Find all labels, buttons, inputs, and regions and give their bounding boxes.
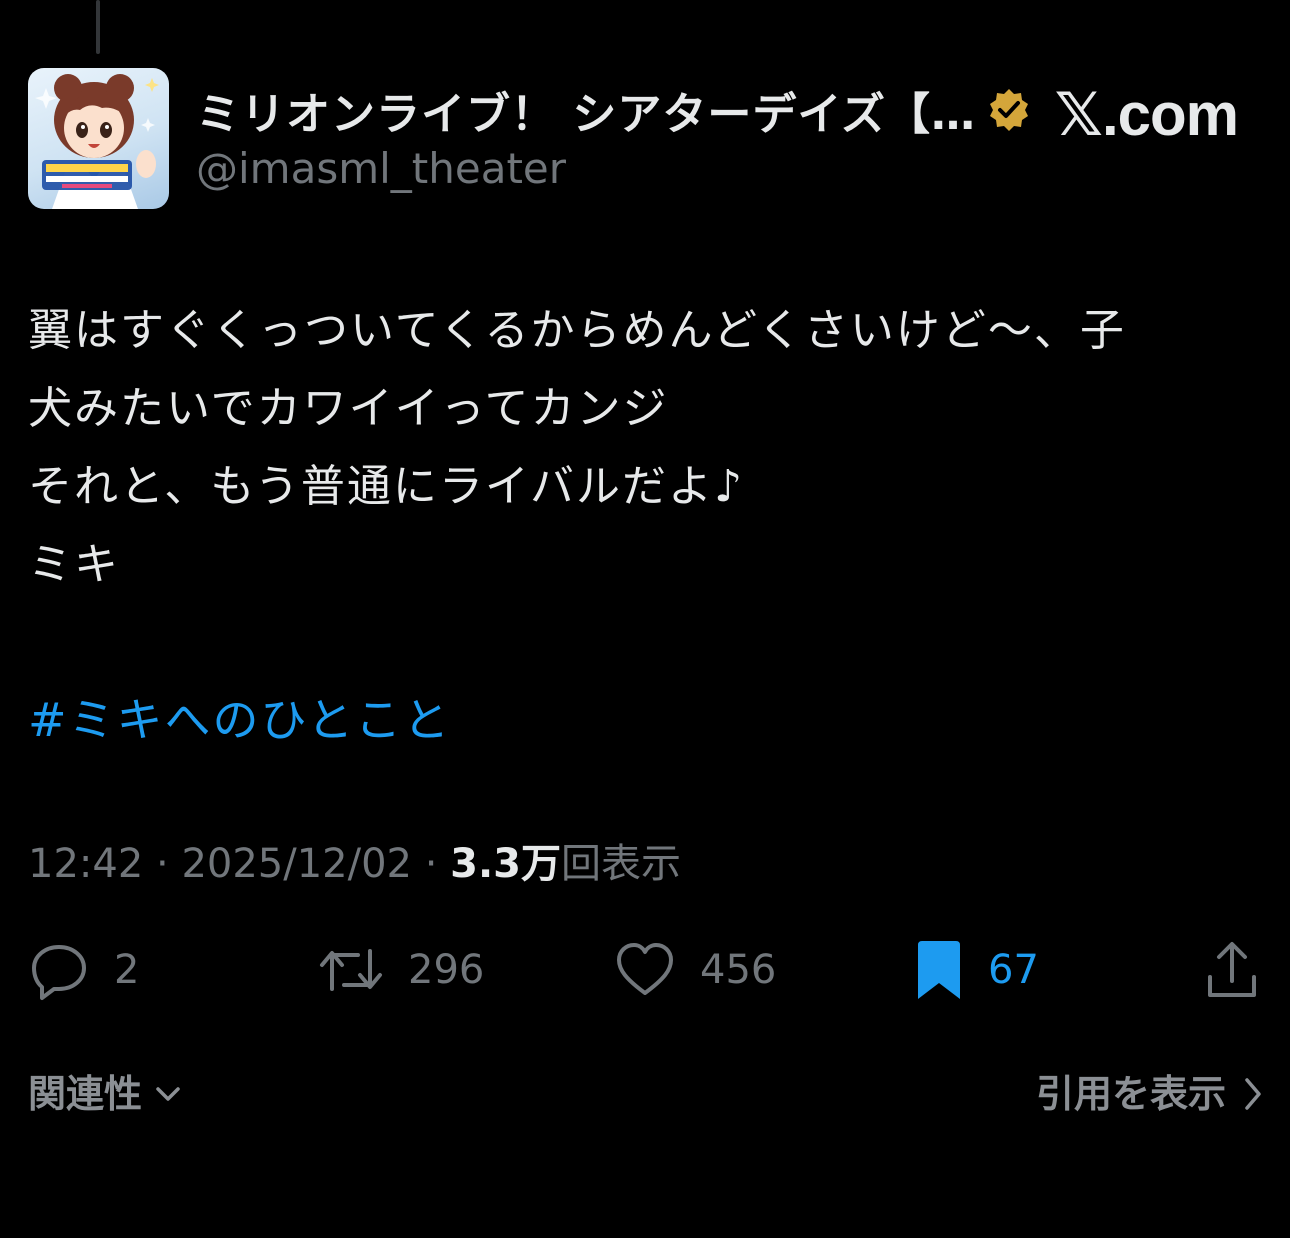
avatar[interactable] xyxy=(28,68,169,209)
share-icon xyxy=(1208,942,1256,997)
views-label: 回表示 xyxy=(561,841,681,887)
meta-separator: · xyxy=(411,841,451,887)
chevron-down-icon xyxy=(156,1087,180,1101)
meta-separator: · xyxy=(143,841,182,887)
chevron-right-icon xyxy=(1245,1078,1261,1110)
relevance-label: 関連性 xyxy=(28,1072,143,1116)
tweet-text-line: 犬みたいでカワイイってカンジ xyxy=(28,383,669,434)
tweet-header: ミリオンライブ！ シアターデイズ【… @imasml_theater 𝕏.com xyxy=(28,68,1262,210)
bookmark-count: 67 xyxy=(988,947,1039,993)
like-button[interactable]: 456 xyxy=(614,930,776,1010)
tweet-footer: 関連性 引用を表示 xyxy=(0,1064,1290,1124)
bookmark-filled-icon xyxy=(918,941,960,999)
display-name-row[interactable]: ミリオンライブ！ シアターデイズ【… xyxy=(196,82,1032,140)
like-count: 456 xyxy=(700,947,777,993)
share-button[interactable] xyxy=(1204,930,1260,1010)
view-quotes-link[interactable]: 引用を表示 xyxy=(1036,1064,1268,1124)
tweet-text-line: それと、もう普通にライバルだよ♪ xyxy=(28,461,745,512)
views-count: 3.3万 xyxy=(450,841,561,887)
tweet-text-line: ミキ xyxy=(28,539,120,590)
hashtag-link[interactable]: #ミキへのひとこと xyxy=(28,686,451,754)
display-name[interactable]: ミリオンライブ！ シアターデイズ【… xyxy=(196,78,976,142)
repost-count: 296 xyxy=(408,947,485,993)
relevance-sort-button[interactable]: 関連性 xyxy=(28,1064,184,1124)
account-handle[interactable]: @imasml_theater xyxy=(196,144,566,193)
repost-button[interactable]: 296 xyxy=(318,930,484,1010)
tweet-date[interactable]: 2025/12/02 xyxy=(181,841,412,887)
bookmark-button[interactable]: 67 xyxy=(914,930,1039,1010)
tweet-time[interactable]: 12:42 xyxy=(28,841,143,887)
reply-count: 2 xyxy=(114,947,140,993)
repost-icon xyxy=(320,949,382,991)
tweet-metadata: 12:42 · 2025/12/02 · 3.3万回表示 xyxy=(28,834,681,894)
view-quotes-label: 引用を表示 xyxy=(1035,1072,1226,1116)
reply-icon xyxy=(32,945,86,1000)
tweet-text: 翼はすぐくっついてくるからめんどくさいけど〜、子 犬みたいでカワイイってカンジ … xyxy=(28,292,1262,604)
tweet-text-line: 翼はすぐくっついてくるからめんどくさいけど〜、子 xyxy=(28,305,1126,356)
avatar-illustration-icon xyxy=(35,74,159,209)
verified-badge-icon[interactable] xyxy=(986,87,1032,133)
reply-button[interactable]: 2 xyxy=(28,930,139,1010)
tweet-actions-bar: 2 296 456 67 xyxy=(0,930,1290,1010)
thread-connector-line xyxy=(96,0,100,54)
x-brand-logo: 𝕏.com xyxy=(1054,81,1239,148)
heart-icon xyxy=(617,943,673,995)
